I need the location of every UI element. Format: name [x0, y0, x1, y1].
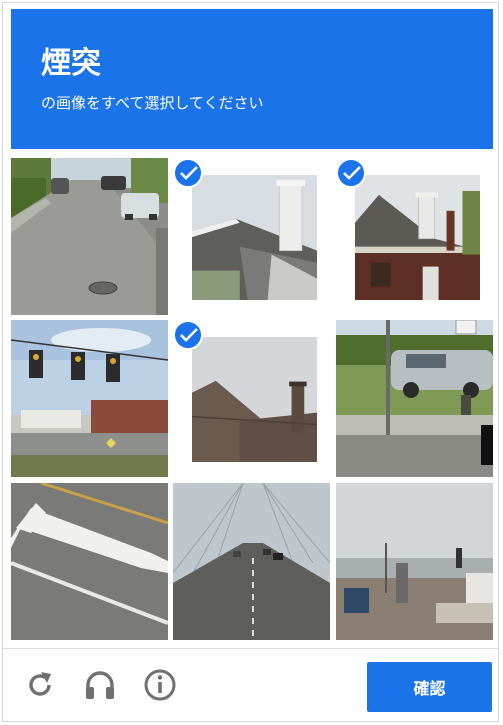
tile-traffic-lights[interactable]	[11, 320, 168, 477]
bridge-image	[173, 483, 330, 640]
selected-check-icon	[173, 158, 203, 188]
tile-roof-chimney-2[interactable]	[336, 158, 493, 315]
parked-car-image	[336, 320, 493, 477]
tile-bridge[interactable]	[173, 483, 330, 640]
tile-street[interactable]	[11, 158, 168, 315]
verify-button[interactable]: 確認	[367, 662, 492, 712]
tile-lot[interactable]	[336, 483, 493, 640]
reload-icon[interactable]	[23, 668, 57, 702]
chimney-image	[192, 337, 317, 462]
road-arrow-image	[11, 483, 168, 640]
chimney-image	[192, 175, 317, 300]
lot-image	[336, 483, 493, 640]
tile-roof-chimney-1[interactable]	[173, 158, 330, 315]
selected-check-icon	[336, 158, 366, 188]
headphones-icon[interactable]	[83, 668, 117, 702]
street-image	[11, 158, 168, 315]
footer-divider	[2, 648, 499, 649]
captcha-header: 煙突 の画像をすべて選択してください	[11, 9, 493, 149]
info-icon[interactable]	[143, 668, 177, 702]
tile-road-arrow[interactable]	[11, 483, 168, 640]
chimney-image	[355, 175, 480, 300]
challenge-instructions: の画像をすべて選択してください	[41, 94, 264, 112]
tile-parked-car[interactable]	[336, 320, 493, 477]
image-grid	[11, 158, 493, 640]
tile-roof-chimney-3[interactable]	[173, 320, 330, 477]
traffic-lights-image	[11, 320, 168, 477]
selected-check-icon	[173, 320, 203, 350]
challenge-title: 煙突	[41, 46, 101, 81]
